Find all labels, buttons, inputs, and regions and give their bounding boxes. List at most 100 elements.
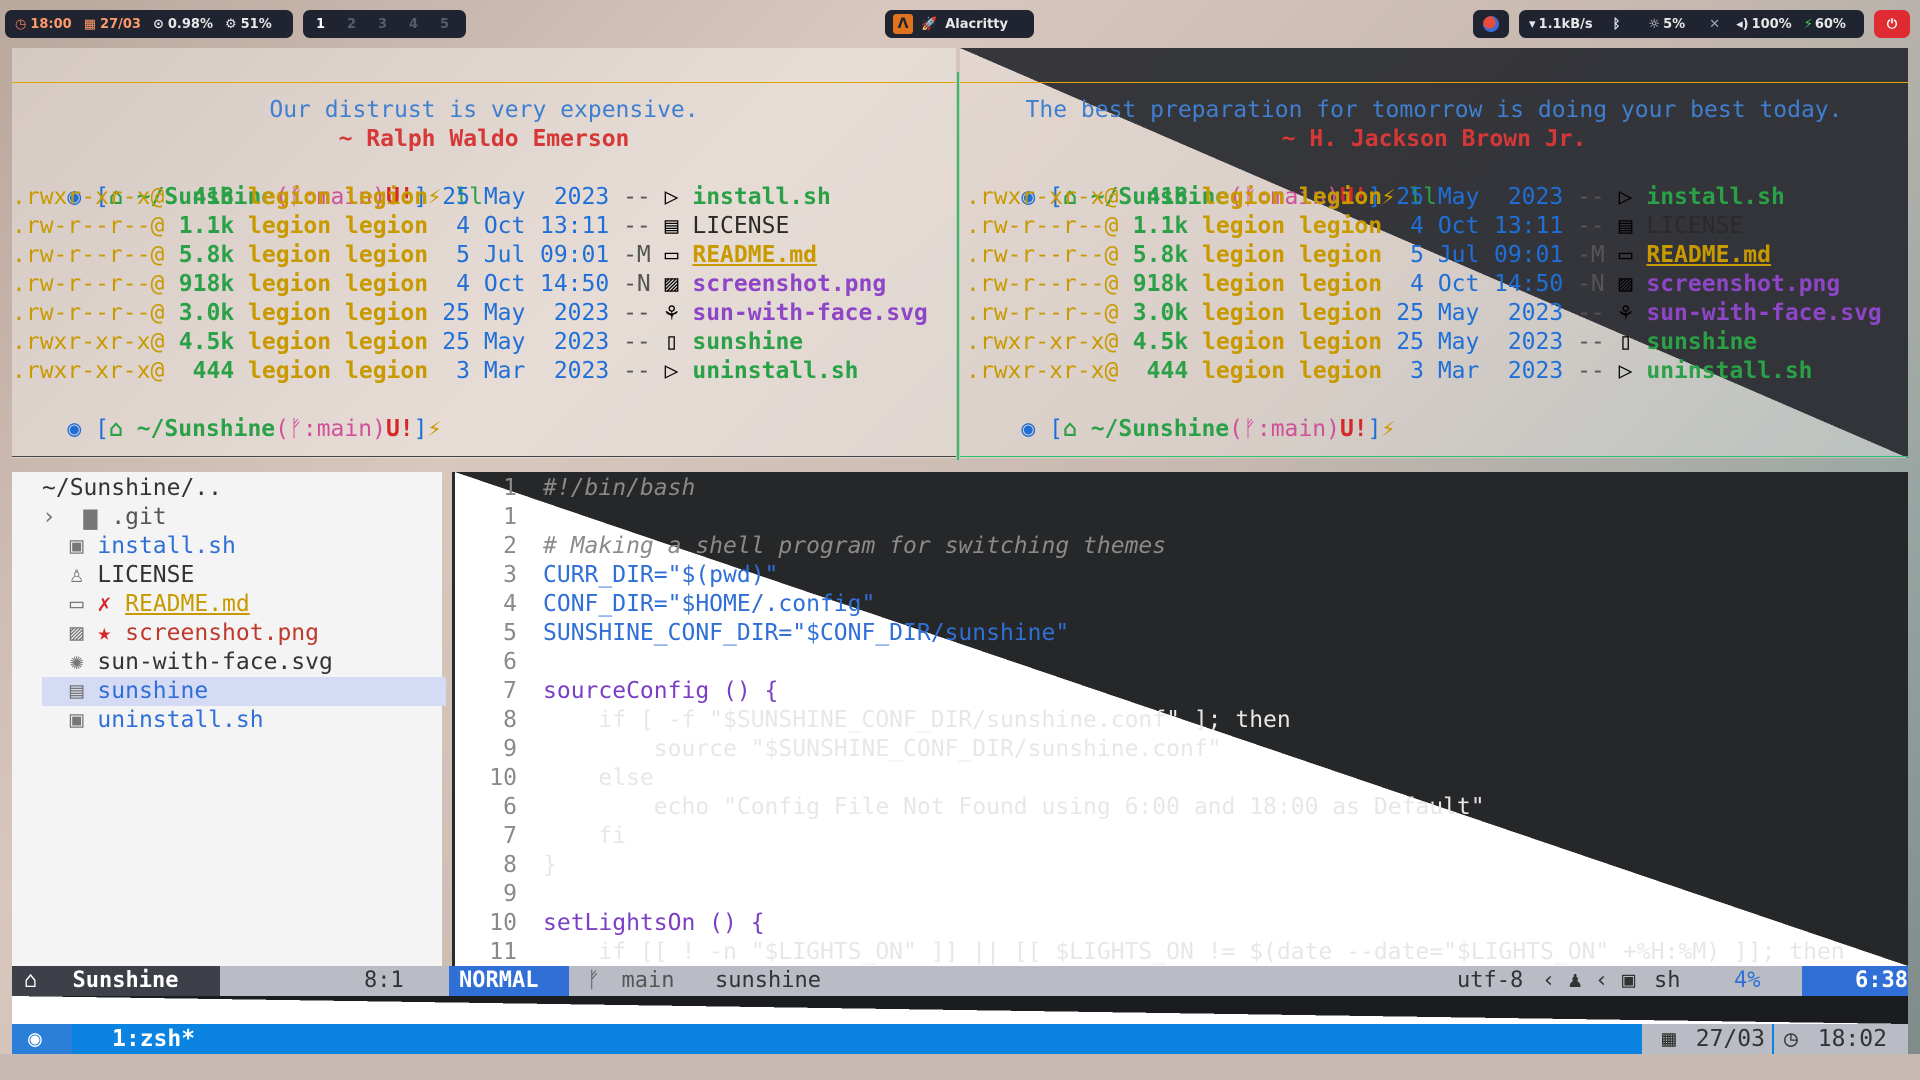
fedora-icon: ◉ bbox=[1021, 416, 1036, 442]
line-number: 1 bbox=[503, 504, 517, 530]
code-text: CURR_DIR="$(pwd)" bbox=[543, 562, 779, 588]
file-icon: ▤ bbox=[664, 213, 679, 239]
file-name[interactable]: LICENSE bbox=[1646, 213, 1743, 239]
window-tab[interactable]: 1:zsh* bbox=[82, 1024, 222, 1054]
pane-divider[interactable] bbox=[957, 72, 959, 460]
power-pill[interactable]: ⏻ bbox=[1874, 10, 1910, 38]
file-name[interactable]: sunshine bbox=[692, 329, 803, 355]
file-name[interactable]: install.sh bbox=[1646, 184, 1784, 210]
mode-indicator: NORMAL bbox=[449, 966, 569, 996]
time-segment: ◷ 18:02 bbox=[1774, 1024, 1908, 1054]
listing-row: .rw-r--r--@ 1.1k legion legion 4 Oct 13:… bbox=[12, 212, 956, 241]
prompt-flags: U! bbox=[385, 416, 414, 442]
code-buffer[interactable]: 1 #!/bin/bash 1 2 # Making a shell program f… bbox=[455, 472, 1908, 966]
window-title-pill[interactable]: Λ 🚀 Alacritty bbox=[885, 10, 1034, 38]
command-line[interactable] bbox=[12, 996, 1908, 1024]
group: legion bbox=[1299, 358, 1383, 384]
tree-status: ⌂ Sunshine bbox=[12, 966, 220, 996]
file-name[interactable]: sun-with-face.svg bbox=[692, 300, 927, 326]
file-icon: ⚘ bbox=[664, 300, 679, 326]
mic-muted-icon[interactable]: ✕ bbox=[1709, 17, 1720, 32]
code-line: 5 SUNSHINE_CONF_DIR="$CONF_DIR/sunshine" bbox=[455, 619, 1908, 648]
terminal-right[interactable]: The best preparation for tomorrow is doi… bbox=[960, 48, 1908, 458]
file-name[interactable]: uninstall.sh bbox=[1646, 358, 1812, 384]
listing-row: .rw-r--r--@ 3.0k legion legion 25 May 20… bbox=[12, 299, 956, 328]
line-number: 10 bbox=[489, 910, 517, 936]
month: May bbox=[483, 329, 526, 355]
home-icon: ⌂ bbox=[108, 416, 123, 442]
tree-item[interactable]: › ▆ .git bbox=[42, 503, 167, 532]
workspace-3[interactable]: 3 bbox=[367, 17, 398, 32]
listing-row: .rw-r--r--@ 1.1k legion legion 4 Oct 13:… bbox=[966, 212, 1908, 241]
line-number: 9 bbox=[503, 736, 517, 762]
tree-item[interactable]: ▤ sunshine bbox=[42, 677, 446, 706]
file-name[interactable]: README.md bbox=[692, 242, 817, 268]
tree-item[interactable]: ▣ uninstall.sh bbox=[42, 706, 264, 735]
file-name[interactable]: README.md bbox=[1646, 242, 1771, 268]
tree-item-label: install.sh bbox=[97, 533, 236, 559]
file-name[interactable]: screenshot.png bbox=[692, 271, 886, 297]
git-status: -- bbox=[623, 184, 651, 210]
code-text: SUNSHINE_CONF_DIR="$CONF_DIR/sunshine" bbox=[543, 620, 1070, 646]
file-size: 418 bbox=[192, 184, 235, 210]
tree-item[interactable]: ♙ LICENSE bbox=[42, 561, 195, 590]
tray-app-pill[interactable] bbox=[1473, 10, 1509, 38]
divider bbox=[960, 82, 1908, 83]
group: legion bbox=[345, 358, 429, 384]
listing-row: .rwxr-xr-x@ 418 legion legion 25 May 202… bbox=[966, 183, 1908, 212]
power-icon: ⏻ bbox=[1886, 16, 1898, 32]
code-line: 8} bbox=[455, 851, 1908, 880]
code-text: #!/bin/bash bbox=[543, 475, 696, 501]
git-status: -M bbox=[623, 242, 651, 268]
code-text: else bbox=[543, 765, 654, 791]
file-name[interactable]: LICENSE bbox=[692, 213, 789, 239]
window-title: Alacritty bbox=[945, 16, 1008, 32]
git-status: -- bbox=[1577, 184, 1605, 210]
line-number: 10 bbox=[489, 765, 517, 791]
file-size: 918k bbox=[1132, 271, 1189, 297]
file-name[interactable]: sun-with-face.svg bbox=[1646, 300, 1881, 326]
tree-item-label: sunshine bbox=[97, 678, 209, 704]
month: May bbox=[1437, 184, 1480, 210]
tree-item[interactable]: ▭ ✗ README.md bbox=[42, 590, 250, 619]
terminal-left[interactable]: Our distrust is very expensive. ~ Ralph … bbox=[12, 48, 956, 458]
permissions: .rwxr-xr-x@ bbox=[966, 358, 1119, 384]
file-name[interactable]: uninstall.sh bbox=[692, 358, 858, 384]
cpu-icon: ⊙ bbox=[152, 16, 164, 32]
owner: legion bbox=[248, 329, 332, 355]
listing-row: .rwxr-xr-x@ 418 legion legion 25 May 202… bbox=[12, 183, 956, 212]
code-line: 11 if [[ ! -n "$LIGHTS_ON" ]] || [[ $LIG… bbox=[455, 938, 1908, 967]
git-status: -- bbox=[623, 358, 651, 384]
workspace-1[interactable]: 1 bbox=[305, 17, 336, 32]
status-line: ⌂ Sunshine 8:1 NORMAL ᚠ main sunshine ut… bbox=[12, 966, 1908, 996]
workspace-5[interactable]: 5 bbox=[429, 17, 460, 32]
branch-icon: ᚠ bbox=[1243, 416, 1257, 442]
shell-prompt[interactable]: ◉ [⌂ ~/Sunshine(ᚠ:main)U!]⚡ bbox=[966, 386, 1908, 442]
permissions: .rwxr-xr-x@ bbox=[966, 184, 1119, 210]
tree-item-marker: ✗ bbox=[97, 591, 112, 617]
time: 2023 bbox=[1507, 300, 1564, 326]
tree-item[interactable]: ▣ install.sh bbox=[42, 532, 236, 561]
group: legion bbox=[1299, 184, 1383, 210]
shell-prompt[interactable]: ◉ [⌂ ~/Sunshine(ᚠ:main)U!]⚡ bbox=[12, 386, 956, 442]
top-bar: ◷ 18:00 ▦ 27/03 ⊙ 0.98% ⚙ 51% 1 2 3 4 5 … bbox=[0, 0, 1920, 48]
code-line: 1 #!/bin/bash bbox=[455, 474, 1908, 503]
file-name[interactable]: install.sh bbox=[692, 184, 830, 210]
workspace-4[interactable]: 4 bbox=[398, 17, 429, 32]
file-name[interactable]: sunshine bbox=[1646, 329, 1757, 355]
day: 4 bbox=[456, 271, 470, 297]
tree-item[interactable]: ▨ ★ screenshot.png bbox=[42, 619, 319, 648]
volume-icon[interactable]: ◂) bbox=[1736, 17, 1748, 32]
group: legion bbox=[1299, 242, 1383, 268]
file-name[interactable]: screenshot.png bbox=[1646, 271, 1840, 297]
home-icon: ⌂ bbox=[24, 968, 38, 993]
code-line: 10 setLightsOn () { bbox=[455, 909, 1908, 938]
group: legion bbox=[1299, 300, 1383, 326]
workspace-2[interactable]: 2 bbox=[336, 17, 367, 32]
status-pill: ▾ 1.1kB/s ᛒ ☼ 5% ✕ ◂) 100% ⚡ 60% bbox=[1519, 10, 1864, 38]
tree-root[interactable]: ~/Sunshine/.. bbox=[42, 474, 222, 503]
line-number: 8 bbox=[503, 707, 517, 733]
bluetooth-icon[interactable]: ᛒ bbox=[1613, 17, 1621, 32]
tree-item[interactable]: ✺ sun-with-face.svg bbox=[42, 648, 333, 677]
file-icon: ▷ bbox=[664, 184, 679, 210]
